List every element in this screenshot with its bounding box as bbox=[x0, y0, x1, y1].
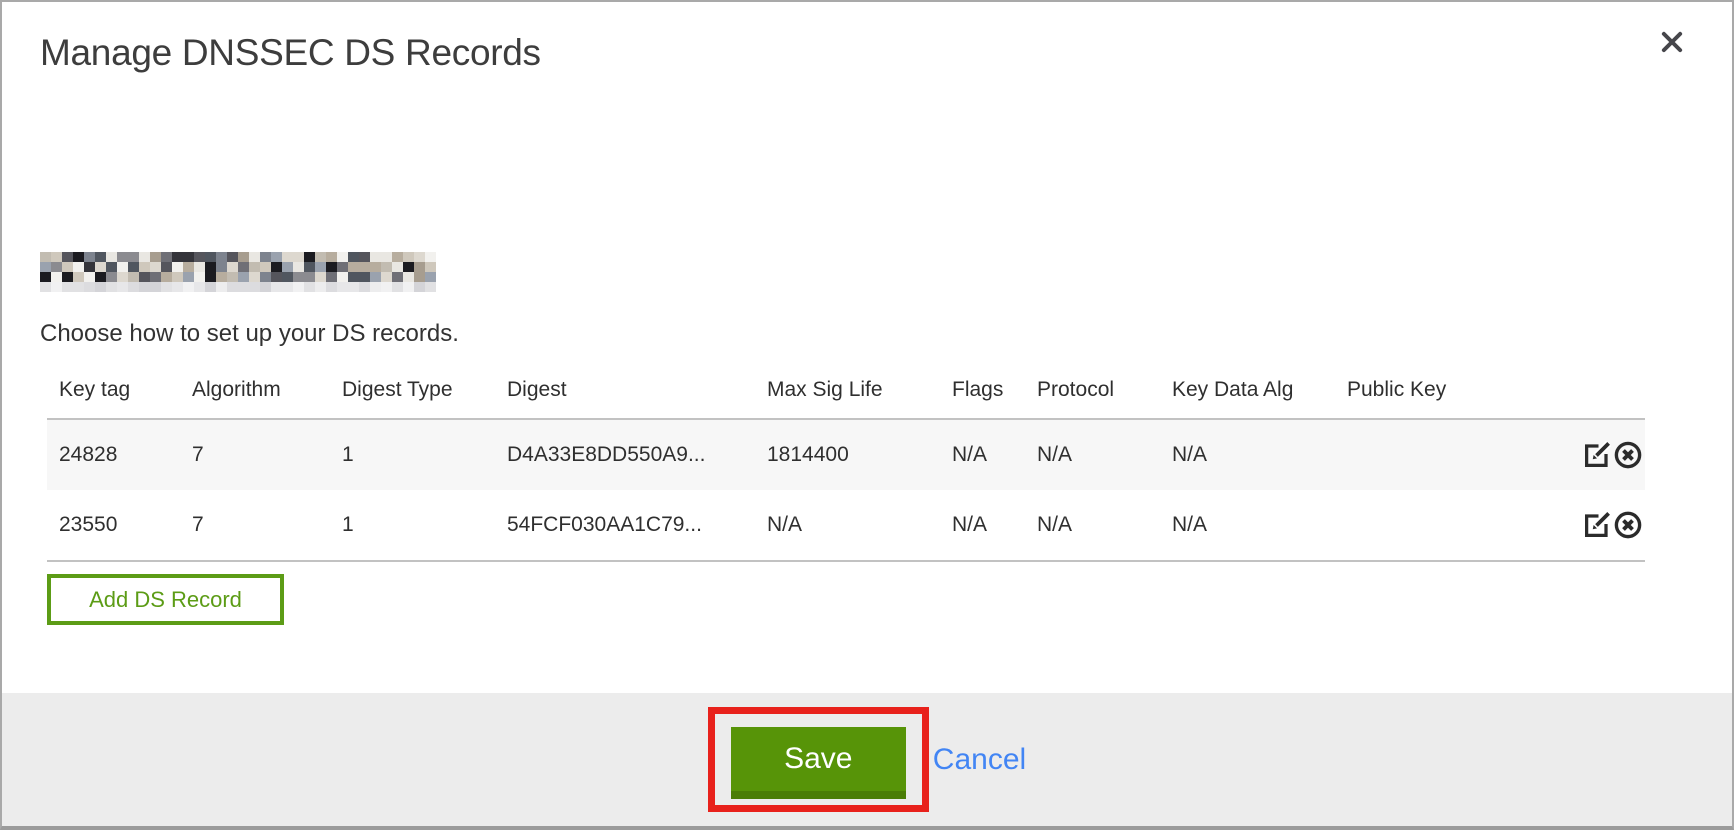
delete-circle-icon-glyph bbox=[1613, 510, 1643, 540]
save-button[interactable]: Save bbox=[731, 727, 906, 799]
column-header: Public Key bbox=[1335, 374, 1565, 419]
cell: 54FCF030AA1C79... bbox=[495, 490, 755, 561]
column-header: Max Sig Life bbox=[755, 374, 940, 419]
redacted-domain-name bbox=[40, 252, 436, 292]
cell: 1814400 bbox=[755, 419, 940, 490]
cell: N/A bbox=[1025, 419, 1160, 490]
column-header: Flags bbox=[940, 374, 1025, 419]
cell: D4A33E8DD550A9... bbox=[495, 419, 755, 490]
edit-icon[interactable] bbox=[1582, 510, 1612, 540]
column-header: Digest Type bbox=[330, 374, 495, 419]
cell bbox=[1335, 419, 1565, 490]
cell: 1 bbox=[330, 419, 495, 490]
ds-records-table: Key tagAlgorithmDigest TypeDigestMax Sig… bbox=[47, 374, 1645, 562]
cell: 7 bbox=[180, 419, 330, 490]
cell: 1 bbox=[330, 490, 495, 561]
column-header: Protocol bbox=[1025, 374, 1160, 419]
delete-circle-icon-glyph bbox=[1613, 440, 1643, 470]
save-annotation-highlight: Save bbox=[708, 707, 929, 812]
cell: N/A bbox=[1160, 490, 1335, 561]
dnssec-dialog: Manage DNSSEC DS Records Choose how to s… bbox=[0, 0, 1734, 830]
cell: 7 bbox=[180, 490, 330, 561]
actions-column-header bbox=[1565, 374, 1645, 419]
cell: N/A bbox=[940, 490, 1025, 561]
edit-icon-glyph bbox=[1582, 510, 1612, 540]
edit-icon-glyph bbox=[1582, 440, 1612, 470]
cancel-link[interactable]: Cancel bbox=[933, 743, 1026, 777]
cell: N/A bbox=[1025, 490, 1160, 561]
add-ds-record-button[interactable]: Add DS Record bbox=[47, 574, 284, 625]
table-row: 2482871D4A33E8DD550A9...1814400N/AN/AN/A bbox=[47, 419, 1645, 490]
row-actions bbox=[1565, 419, 1645, 490]
row-actions bbox=[1565, 490, 1645, 561]
delete-icon[interactable] bbox=[1613, 510, 1643, 540]
cell: N/A bbox=[1160, 419, 1335, 490]
setup-instruction: Choose how to set up your DS records. bbox=[40, 320, 459, 348]
cell: 24828 bbox=[47, 419, 180, 490]
dialog-title: Manage DNSSEC DS Records bbox=[40, 32, 541, 74]
close-x-glyph bbox=[1657, 27, 1687, 57]
column-header: Key tag bbox=[47, 374, 180, 419]
table-row: 235507154FCF030AA1C79...N/AN/AN/AN/A bbox=[47, 490, 1645, 561]
cell: N/A bbox=[755, 490, 940, 561]
close-icon[interactable] bbox=[1654, 24, 1690, 60]
table-header: Key tagAlgorithmDigest TypeDigestMax Sig… bbox=[47, 374, 1645, 419]
cell bbox=[1335, 490, 1565, 561]
cell: N/A bbox=[940, 419, 1025, 490]
cell: 23550 bbox=[47, 490, 180, 561]
edit-icon[interactable] bbox=[1582, 440, 1612, 470]
delete-icon[interactable] bbox=[1613, 440, 1643, 470]
dialog-footer: Save Cancel bbox=[2, 693, 1732, 826]
column-header: Algorithm bbox=[180, 374, 330, 419]
column-header: Digest bbox=[495, 374, 755, 419]
column-header: Key Data Alg bbox=[1160, 374, 1335, 419]
